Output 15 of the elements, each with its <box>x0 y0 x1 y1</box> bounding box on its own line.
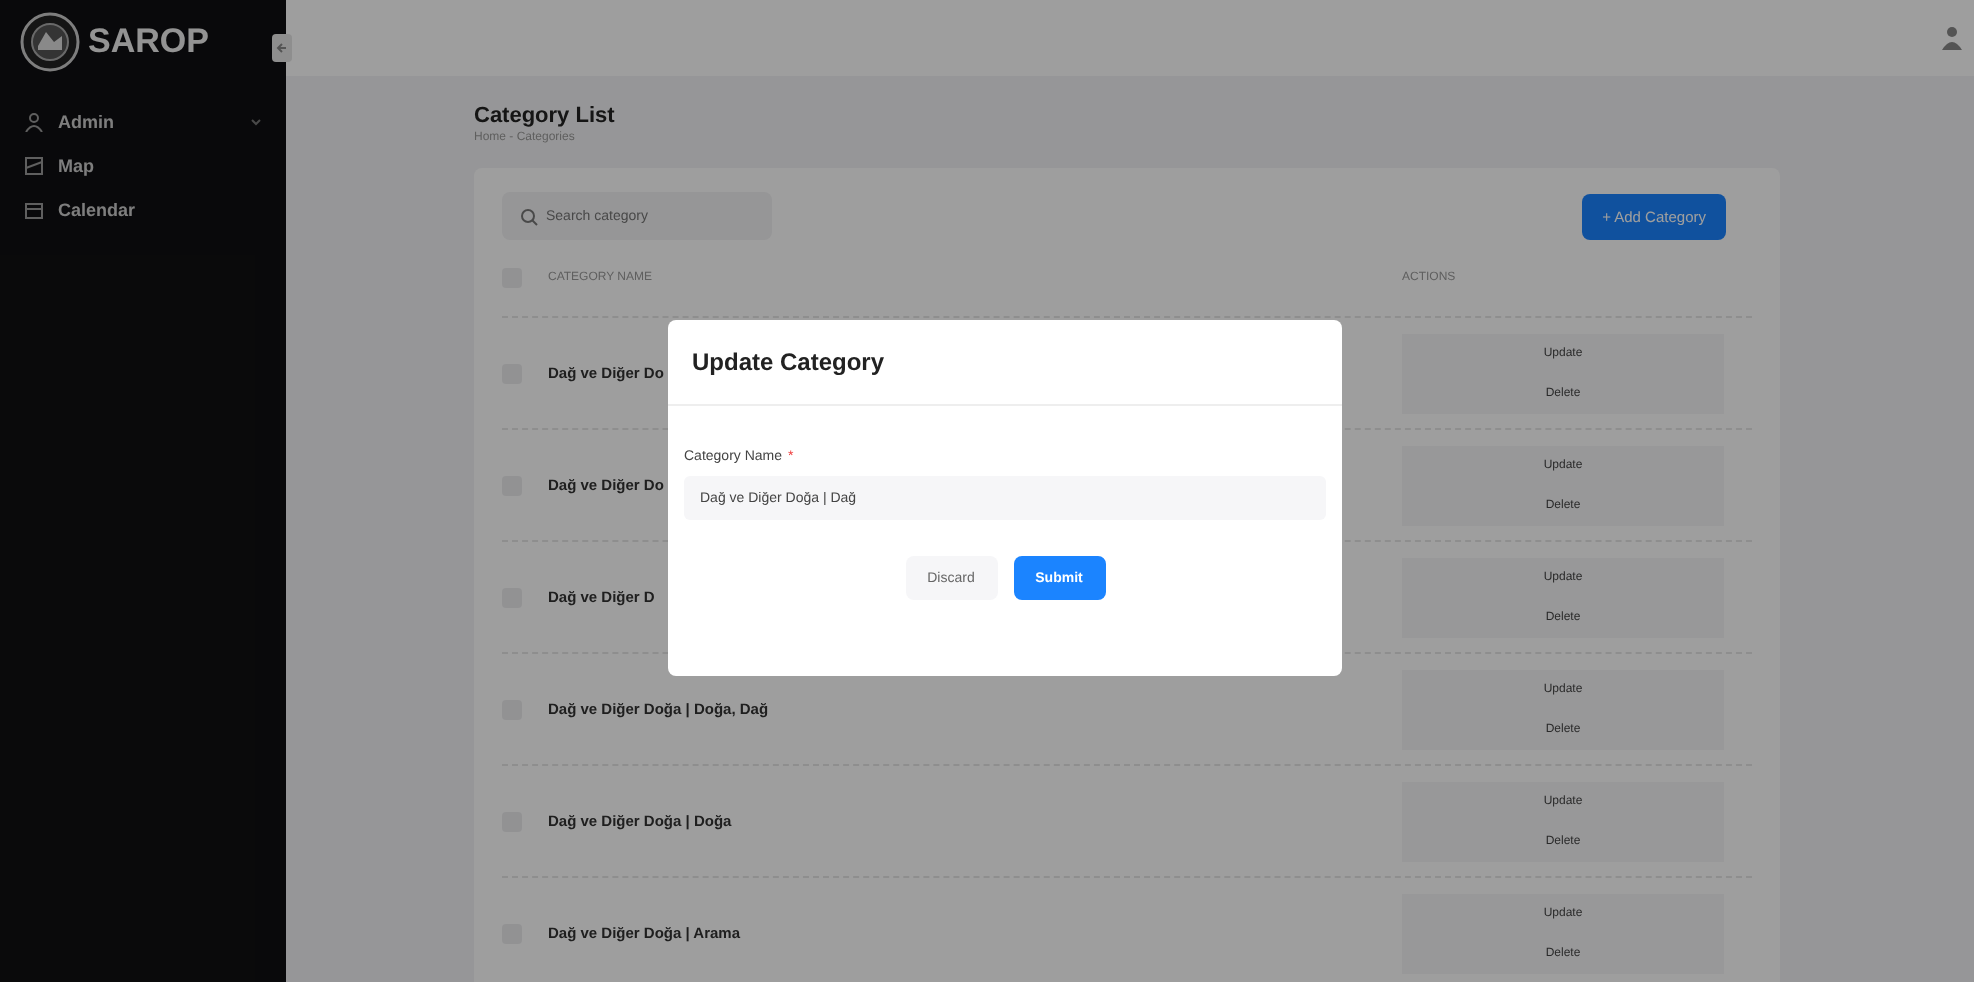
person-icon <box>24 112 44 132</box>
sidebar-item[interactable]: Calendar <box>0 188 286 232</box>
chevron-icon <box>250 116 262 128</box>
arrow-icon <box>274 40 290 56</box>
logo-icon <box>20 12 80 72</box>
sidebar-item[interactable]: Admin <box>0 100 286 144</box>
calendar-icon <box>24 200 44 220</box>
sidebar-item[interactable]: Map <box>0 144 286 188</box>
dialog-title: Update Category <box>692 348 885 376</box>
user-icon[interactable] <box>1942 26 1962 50</box>
brand-name: SAROP <box>88 22 209 62</box>
collapse-button[interactable] <box>272 34 292 62</box>
page-title: Category List <box>474 104 617 128</box>
search-icon <box>520 208 538 226</box>
map-icon <box>24 156 44 176</box>
